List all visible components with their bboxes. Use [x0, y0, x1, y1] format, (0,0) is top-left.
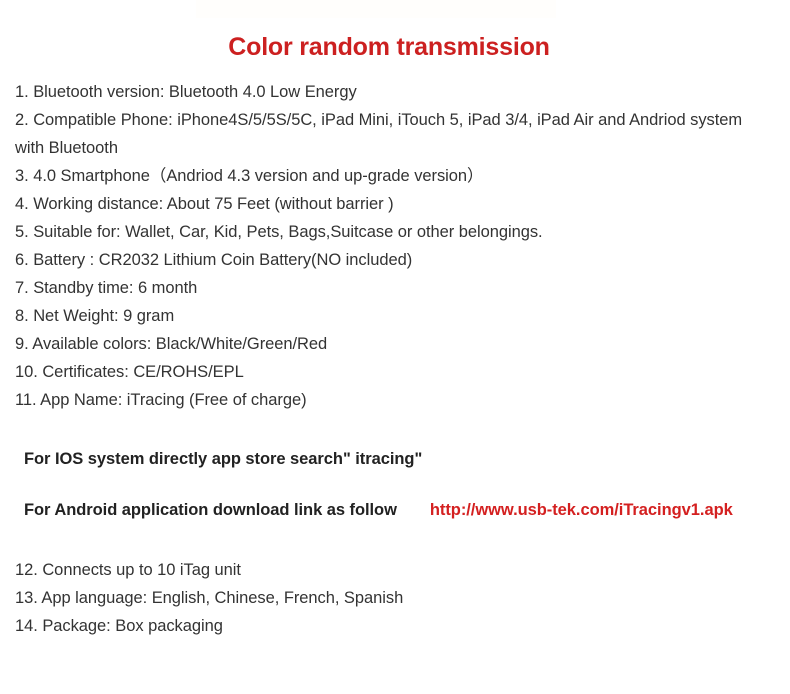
list-item: 13. App language: English, Chinese, Fren… — [15, 589, 404, 607]
list-item: 9. Available colors: Black/White/Green/R… — [15, 335, 328, 353]
product-spec-page: Color random transmission 1. Bluetooth v… — [0, 0, 790, 694]
list-item: 2. Compatible Phone: iPhone4S/5/5S/5C, i… — [15, 111, 743, 157]
list-item: 6. Battery : CR2032 Lithium Coin Battery… — [15, 251, 413, 269]
list-item: 14. Package: Box packaging — [15, 617, 223, 635]
page-title: Color random transmission — [228, 33, 550, 61]
list-item: 4. Working distance: About 75 Feet (with… — [15, 195, 394, 213]
android-apk-download-link[interactable]: http://www.usb-tek.com/iTracingv1.apk — [430, 501, 733, 519]
list-item: 10. Certificates: CE/ROHS/EPL — [15, 363, 244, 381]
list-item: 8. Net Weight: 9 gram — [15, 307, 175, 325]
list-item: 5. Suitable for: Wallet, Car, Kid, Pets,… — [15, 223, 543, 241]
list-item: 3. 4.0 Smartphone（Andriod 4.3 version an… — [15, 167, 484, 185]
list-item: 7. Standby time: 6 month — [15, 279, 198, 297]
list-item: 11. App Name: iTracing (Free of charge) — [15, 391, 307, 409]
list-item: 12. Connects up to 10 iTag unit — [15, 561, 241, 579]
ios-instruction-line: For IOS system directly app store search… — [24, 450, 423, 468]
android-instruction-label: For Android application download link as… — [24, 501, 397, 519]
specification-list-continued: 12. Connects up to 10 iTag unit 13. App … — [15, 556, 775, 640]
specification-list: 1. Bluetooth version: Bluetooth 4.0 Low … — [15, 78, 775, 414]
android-instruction-line: For Android application download link as… — [24, 499, 774, 521]
list-item: 1. Bluetooth version: Bluetooth 4.0 Low … — [15, 83, 357, 101]
download-notes: For IOS system directly app store search… — [24, 448, 774, 521]
top-edge-band — [196, 0, 556, 18]
